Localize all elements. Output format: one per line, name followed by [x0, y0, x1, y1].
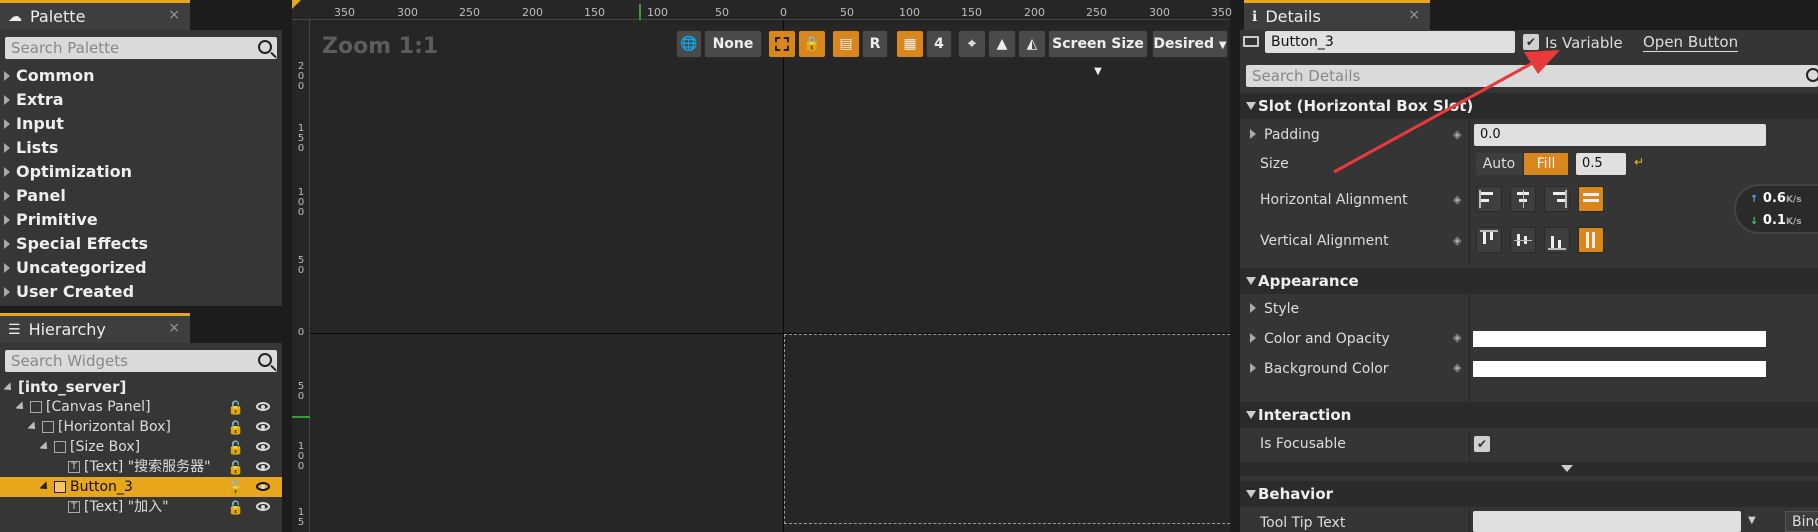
annotation-arrow: [1333, 50, 1560, 174]
